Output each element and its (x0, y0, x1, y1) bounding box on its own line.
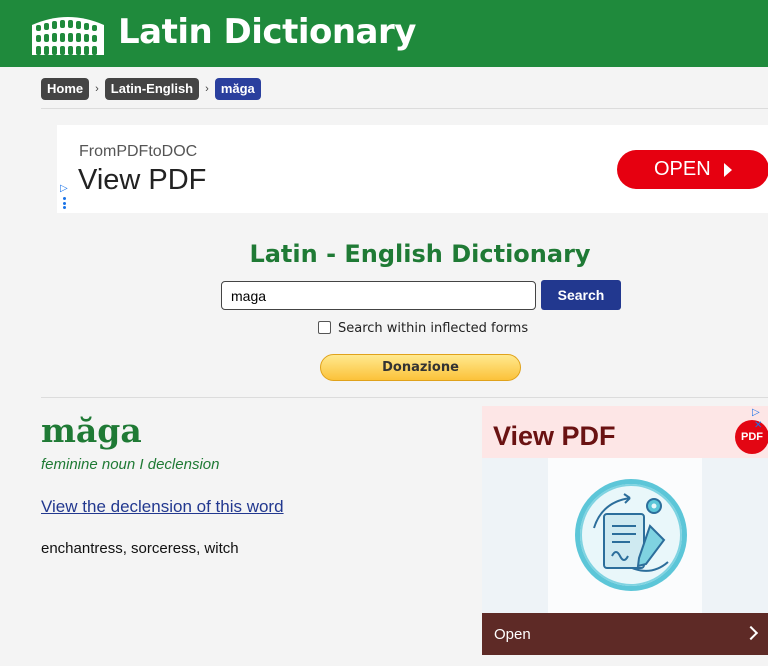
ad-side-open-bar[interactable]: Open (482, 613, 768, 655)
breadcrumb-latin-english[interactable]: Latin-English (104, 78, 200, 100)
entry-meaning: enchantress, sorceress, witch (41, 540, 239, 557)
declension-link[interactable]: View the declension of this word (41, 497, 284, 517)
ad-side-image[interactable] (482, 458, 768, 613)
breadcrumb-home[interactable]: Home (41, 78, 90, 100)
ad-choices-icon[interactable]: ▷ (60, 183, 68, 194)
site-header: Latin Dictionary (0, 0, 768, 67)
ad-open-button[interactable]: OPEN (617, 150, 768, 189)
pdf-icon: PDF (735, 420, 768, 454)
dictionary-title: Latin - English Dictionary (249, 240, 591, 268)
ad-side-open-label: Open (494, 626, 531, 643)
donate-button[interactable]: Donazione (320, 354, 521, 381)
ad-menu-dots-icon[interactable] (63, 197, 67, 211)
ad-choices-icon[interactable]: ▷ (752, 407, 760, 418)
ad-side-headline[interactable]: View PDF (493, 421, 616, 452)
ad-side-header: View PDF PDF (482, 406, 768, 458)
colosseum-icon[interactable] (30, 11, 106, 55)
close-icon[interactable]: ✕ (754, 420, 762, 431)
site-title[interactable]: Latin Dictionary (118, 12, 416, 52)
ad-brand: FromPDFtoDOC (79, 143, 198, 160)
divider (41, 108, 768, 109)
side-advertisement[interactable]: View PDF PDF Open (482, 406, 768, 655)
breadcrumb: Home › Latin-English › măga (41, 78, 261, 100)
chevron-right-icon (743, 625, 759, 641)
document-sign-icon (575, 479, 687, 591)
play-arrow-icon (724, 163, 732, 177)
search-input[interactable] (221, 281, 536, 310)
top-advertisement[interactable]: FromPDFtoDOC View PDF OPEN (57, 125, 768, 213)
breadcrumb-separator: › (95, 83, 99, 95)
ad-open-label: OPEN (654, 158, 711, 180)
breadcrumb-separator: › (205, 83, 209, 95)
divider (41, 397, 768, 398)
entry-grammar: feminine noun I declension (41, 456, 220, 473)
inflected-forms-checkbox[interactable] (318, 321, 331, 334)
search-button[interactable]: Search (541, 280, 621, 310)
inflected-forms-label[interactable]: Search within inflected forms (338, 321, 528, 336)
entry-headword: măga (41, 411, 142, 450)
breadcrumb-current[interactable]: măga (214, 78, 261, 100)
ad-headline[interactable]: View PDF (78, 164, 206, 197)
